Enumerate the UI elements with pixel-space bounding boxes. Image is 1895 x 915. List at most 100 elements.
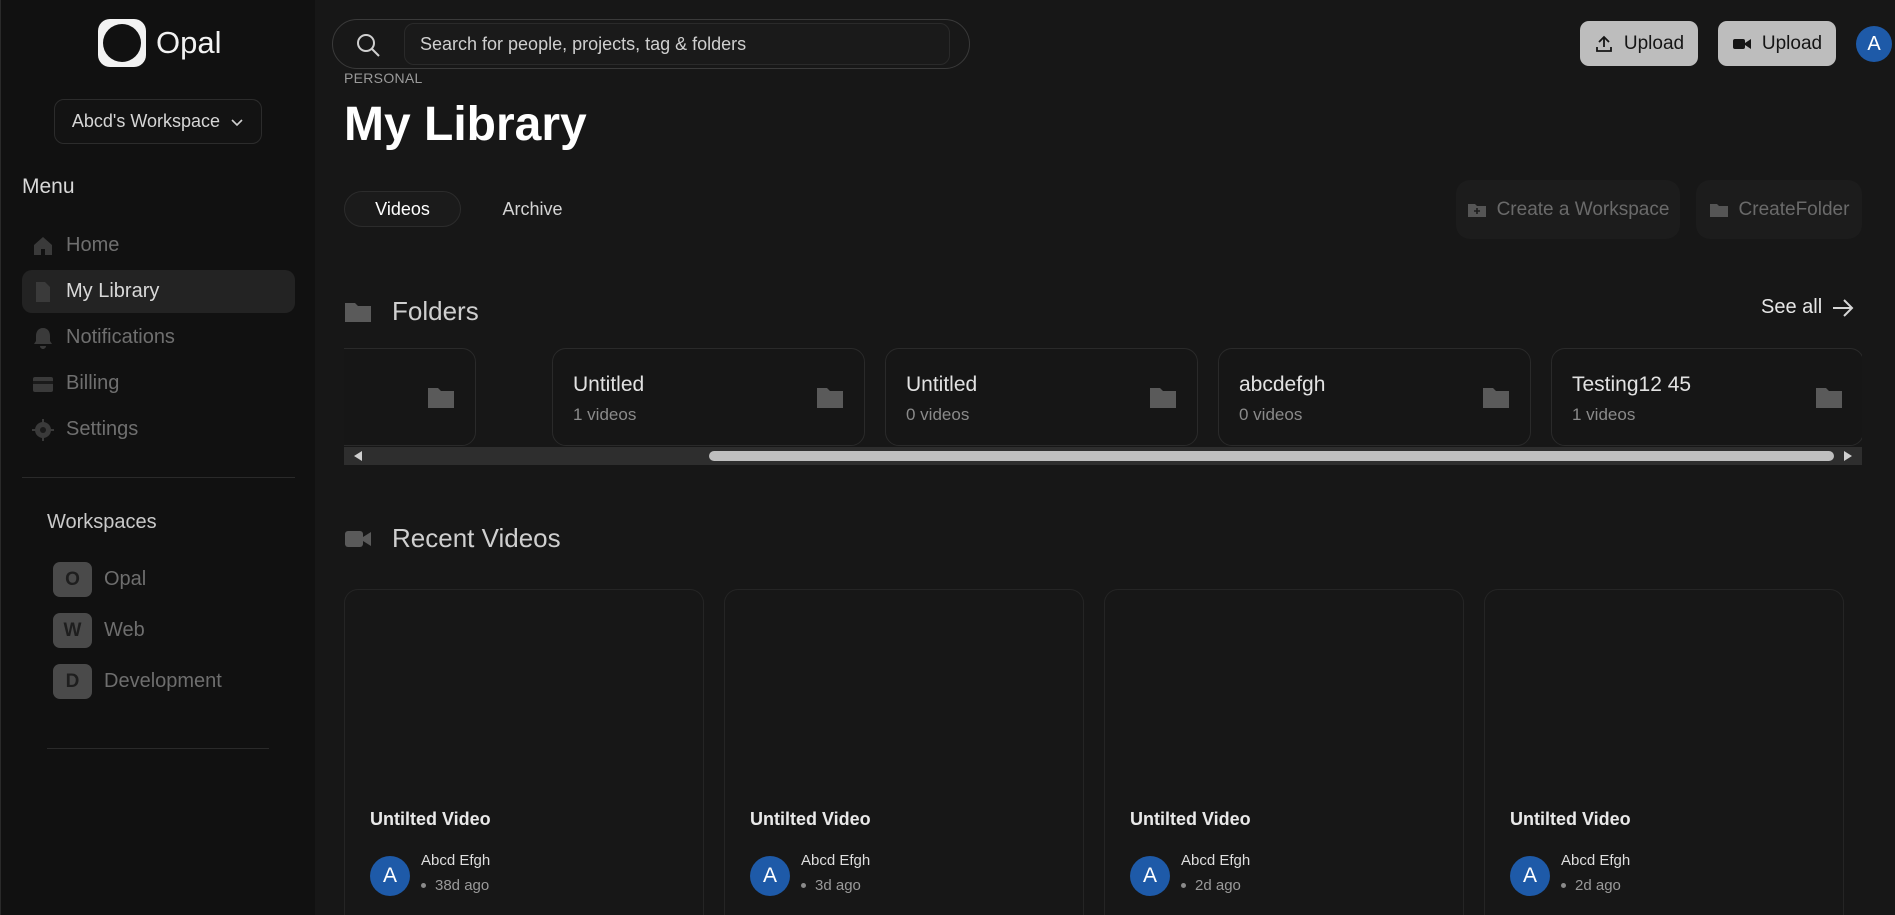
folder-card[interactable]: Untitled 1 videos xyxy=(552,348,865,446)
video-author: Abcd Efgh xyxy=(1561,852,1631,869)
folder-count: 0 videos xyxy=(906,405,970,424)
sidebar-item-notifications[interactable]: Notifications xyxy=(22,316,295,359)
search-bar xyxy=(332,19,970,69)
avatar: A xyxy=(370,856,410,896)
app-logo[interactable]: Opal xyxy=(98,19,221,67)
folders-scrollbar[interactable] xyxy=(344,447,1862,465)
folder-count: 1 videos xyxy=(573,405,637,424)
workspace-badge: W xyxy=(53,613,92,648)
folders-title: Folders xyxy=(392,296,479,326)
workspace-label: Opal xyxy=(104,568,147,590)
folders-row: Untitled 1 videos Untitled 0 videos abcd… xyxy=(344,348,1862,447)
video-time-label: 38d ago xyxy=(435,877,490,894)
video-time-label: 2d ago xyxy=(1195,877,1241,894)
avatar: A xyxy=(1130,856,1170,896)
video-time: 2d ago xyxy=(1561,877,1621,894)
video-author: Abcd Efgh xyxy=(801,852,871,869)
scroll-right-arrow[interactable] xyxy=(1844,451,1852,461)
workspace-label: Development xyxy=(104,670,222,692)
folder-count: 0 videos xyxy=(1239,405,1303,424)
workspace-item-web[interactable]: W Web xyxy=(53,605,222,656)
video-title: Untilted Video xyxy=(370,809,491,829)
video-time-label: 3d ago xyxy=(815,877,861,894)
workspace-label: Web xyxy=(104,619,145,641)
record-upload-button-label: Upload xyxy=(1761,32,1823,54)
workspace-item-opal[interactable]: O Opal xyxy=(53,554,222,605)
sidebar-divider xyxy=(22,477,295,478)
video-time: 3d ago xyxy=(801,877,861,894)
workspace-badge: O xyxy=(53,562,92,597)
recent-videos-title: Recent Videos xyxy=(392,523,561,553)
sidebar-item-billing[interactable]: Billing xyxy=(22,362,295,405)
video-card[interactable]: Untilted Video A Abcd Efgh 3d ago xyxy=(724,589,1084,915)
sidebar-item-home[interactable]: Home xyxy=(22,224,295,267)
workspace-selector[interactable]: Abcd's Workspace xyxy=(54,99,262,144)
video-card[interactable]: Untilted Video A Abcd Efgh 2d ago xyxy=(1104,589,1464,915)
workspace-badge: D xyxy=(53,664,92,699)
create-workspace-label: Create a Workspace xyxy=(1496,198,1670,220)
sidebar-item-settings[interactable]: Settings xyxy=(22,408,295,451)
folder-card[interactable]: Untitled 0 videos xyxy=(885,348,1198,446)
file-icon xyxy=(30,279,56,305)
folder-icon xyxy=(1150,388,1176,408)
folder-card[interactable]: Testing12 45 1 videos xyxy=(1551,348,1862,446)
folders-heading: Folders xyxy=(344,296,479,327)
sidebar-item-label: Billing xyxy=(66,372,120,394)
folder-plus-icon xyxy=(1467,203,1486,217)
video-camera-icon xyxy=(345,530,371,547)
sidebar-nav: Home My Library Notifications Billing Se… xyxy=(22,224,295,454)
gear-icon xyxy=(30,417,56,443)
sidebar-item-label: Notifications xyxy=(66,326,175,348)
avatar: A xyxy=(750,856,790,896)
bullet-dot xyxy=(1561,883,1566,888)
video-time-label: 2d ago xyxy=(1575,877,1621,894)
video-title: Untilted Video xyxy=(750,809,871,829)
menu-title: Menu xyxy=(22,175,75,198)
create-folder-button[interactable]: CreateFolder xyxy=(1696,180,1862,239)
tab-videos[interactable]: Videos xyxy=(344,191,461,227)
create-folder-label: CreateFolder xyxy=(1738,198,1850,220)
folder-card[interactable] xyxy=(344,348,476,446)
bullet-dot xyxy=(421,883,426,888)
upload-button-label: Upload xyxy=(1623,32,1685,54)
create-workspace-button[interactable]: Create a Workspace xyxy=(1456,180,1680,239)
folder-count: 1 videos xyxy=(1572,405,1636,424)
record-upload-button[interactable]: Upload xyxy=(1718,21,1836,66)
video-card[interactable]: Untilted Video A Abcd Efgh 38d ago xyxy=(344,589,704,915)
sidebar-divider xyxy=(47,748,269,749)
bullet-dot xyxy=(1181,883,1186,888)
search-input[interactable] xyxy=(404,23,950,65)
video-author: Abcd Efgh xyxy=(1181,852,1251,869)
video-card[interactable]: Untilted Video A Abcd Efgh 2d ago xyxy=(1484,589,1844,915)
scroll-left-arrow[interactable] xyxy=(354,451,362,461)
folder-icon xyxy=(817,388,843,408)
video-time: 38d ago xyxy=(421,877,490,894)
video-title: Untilted Video xyxy=(1510,809,1631,829)
workspace-item-development[interactable]: D Development xyxy=(53,656,222,707)
bell-icon xyxy=(30,325,56,351)
sidebar-item-label: Settings xyxy=(66,418,139,440)
folder-name: abcdefgh xyxy=(1239,373,1326,396)
upload-button[interactable]: Upload xyxy=(1580,21,1698,66)
app-name: Opal xyxy=(156,25,222,60)
arrow-right-icon xyxy=(1833,298,1854,317)
folder-icon xyxy=(345,302,371,322)
folder-icon xyxy=(1816,388,1842,408)
video-title: Untilted Video xyxy=(1130,809,1251,829)
sidebar-item-label: Home xyxy=(66,234,120,256)
avatar: A xyxy=(1510,856,1550,896)
search-icon xyxy=(357,34,380,57)
page-title: My Library xyxy=(344,98,587,151)
recent-videos-heading: Recent Videos xyxy=(344,523,561,554)
scroll-thumb[interactable] xyxy=(709,451,1834,461)
user-avatar[interactable]: A xyxy=(1856,26,1892,62)
sidebar-item-my-library[interactable]: My Library xyxy=(22,270,295,313)
folder-icon xyxy=(428,388,454,408)
opal-logo-icon xyxy=(98,19,146,67)
credit-card-icon xyxy=(30,371,56,397)
tab-archive[interactable]: Archive xyxy=(474,191,591,227)
folder-card[interactable]: abcdefgh 0 videos xyxy=(1218,348,1531,446)
bullet-dot xyxy=(801,883,806,888)
see-all-link[interactable]: See all xyxy=(1761,296,1854,319)
breadcrumb: PERSONAL xyxy=(344,70,423,86)
